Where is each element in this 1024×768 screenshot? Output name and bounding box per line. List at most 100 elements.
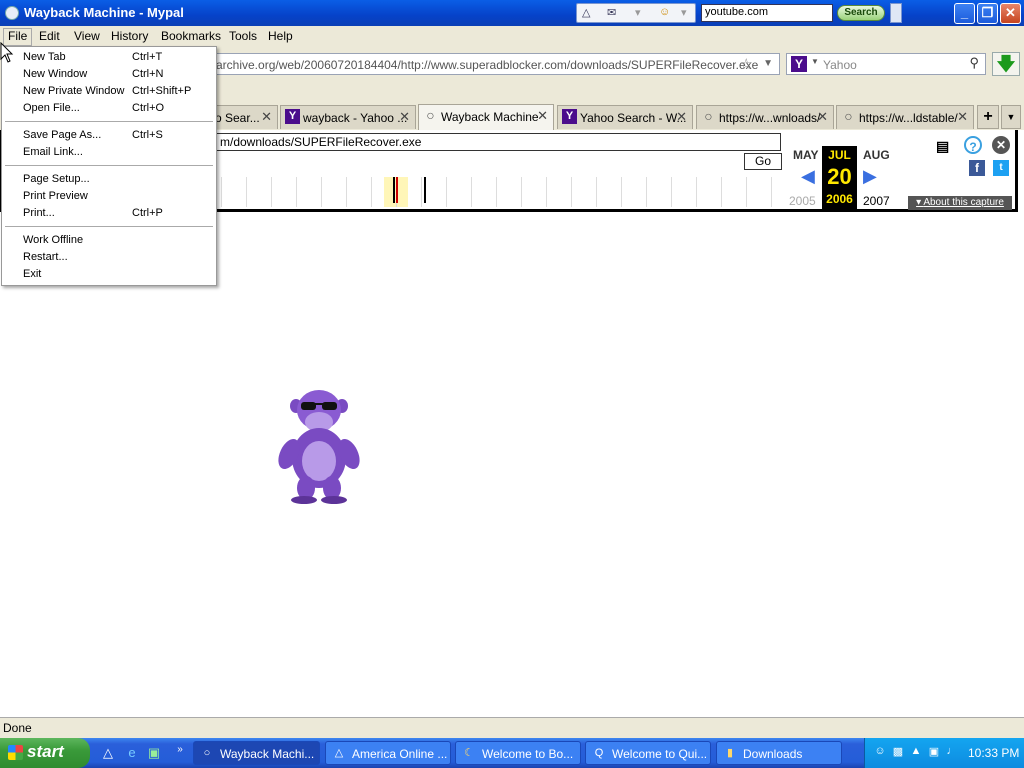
- toolbar-dropdown-icon[interactable]: ▾: [681, 6, 687, 19]
- menu-email-link[interactable]: Email Link...: [2, 144, 216, 161]
- new-tab-button[interactable]: +: [977, 105, 999, 129]
- tab-close-icon[interactable]: ✕: [399, 109, 410, 125]
- menu-page-setup[interactable]: Page Setup...: [2, 171, 216, 188]
- network-tray-icon[interactable]: ▩: [891, 745, 905, 759]
- aol-search-button[interactable]: Search: [837, 5, 885, 21]
- next-year-label[interactable]: 2007: [863, 194, 890, 208]
- task-welcome-bo[interactable]: ☾ Welcome to Bo...: [455, 741, 581, 765]
- tab-yahoo-search-w[interactable]: Y Yahoo Search - W... ✕: [557, 105, 693, 129]
- tab-wayback-machine[interactable]: ○ Wayback Machine ✕: [418, 104, 554, 130]
- tab-yahoo-search[interactable]: o Sear... ✕: [212, 105, 278, 129]
- minimize-button[interactable]: _: [954, 3, 975, 24]
- toolbar-dropdown-icon[interactable]: ▾: [635, 6, 641, 19]
- close-wayback-icon[interactable]: ✕: [992, 136, 1010, 154]
- current-month-label: JUL: [828, 148, 851, 162]
- search-icon[interactable]: ⚲: [969, 55, 979, 71]
- aol-search-input[interactable]: youtube.com: [701, 4, 833, 22]
- menu-tools[interactable]: Tools: [229, 29, 257, 43]
- prev-month-label[interactable]: MAY: [793, 148, 819, 162]
- mypal-icon: ○: [203, 747, 211, 759]
- current-year-label: 2006: [826, 192, 853, 206]
- twitter-icon[interactable]: t: [993, 160, 1009, 176]
- monitor-tray-icon[interactable]: ▣: [927, 745, 941, 759]
- menu-new-private-window[interactable]: New Private Window Ctrl+Shift+P: [2, 83, 216, 100]
- quicklaunch-more-icon[interactable]: »: [172, 742, 188, 758]
- menu-open-file[interactable]: Open File... Ctrl+O: [2, 100, 216, 117]
- menu-exit[interactable]: Exit: [2, 266, 216, 283]
- volume-tray-icon[interactable]: ♩: [945, 745, 959, 759]
- capture-marker[interactable]: [424, 177, 426, 203]
- start-button[interactable]: start: [0, 738, 90, 768]
- shield-tray-icon[interactable]: ▲: [909, 745, 923, 759]
- menu-print-preview[interactable]: Print Preview: [2, 188, 216, 205]
- menu-item-label: Exit: [23, 268, 42, 280]
- url-text: archive.org/web/20060720184404/http://ww…: [216, 58, 759, 72]
- help-icon[interactable]: ?: [964, 136, 982, 154]
- menu-work-offline[interactable]: Work Offline: [2, 232, 216, 249]
- aol-toolbar-options-button[interactable]: [890, 3, 902, 23]
- tab-label: Yahoo Search - W...: [580, 111, 687, 125]
- menu-view[interactable]: View: [74, 29, 100, 43]
- maximize-button[interactable]: ❐: [977, 3, 998, 24]
- bookmark-star-icon[interactable]: ☆: [740, 55, 753, 73]
- search-bar[interactable]: Y ▼ Yahoo ⚲: [786, 53, 986, 75]
- menu-restart[interactable]: Restart...: [2, 249, 216, 266]
- url-bar[interactable]: archive.org/web/20060720184404/http://ww…: [212, 53, 780, 75]
- wayback-go-button[interactable]: Go: [744, 153, 782, 170]
- tab-close-icon[interactable]: ✕: [261, 109, 272, 125]
- close-button[interactable]: ✕: [1000, 3, 1021, 24]
- list-all-tabs-button[interactable]: ▼: [1001, 105, 1021, 129]
- tab-wayback-yahoo[interactable]: Y wayback - Yahoo ... ✕: [280, 105, 416, 129]
- menu-bookmarks[interactable]: Bookmarks: [161, 29, 221, 43]
- downloads-arrow-button[interactable]: 🡇: [992, 52, 1020, 76]
- next-month-label[interactable]: AUG: [863, 148, 890, 162]
- capture-marker[interactable]: [393, 177, 395, 203]
- menu-new-window[interactable]: New Window Ctrl+N: [2, 66, 216, 83]
- window-icon[interactable]: ▤: [936, 138, 949, 155]
- mail-icon[interactable]: ✉: [607, 6, 616, 19]
- url-dropdown-icon[interactable]: ▼: [763, 58, 773, 69]
- tab-close-icon[interactable]: ✕: [537, 108, 548, 124]
- task-welcome-qui[interactable]: Q Welcome to Qui...: [585, 741, 711, 765]
- menu-edit[interactable]: Edit: [39, 29, 60, 43]
- tab-oldstable-url[interactable]: ○ https://w...ldstable/ ✕: [836, 105, 974, 129]
- tab-downloads-url[interactable]: ○ https://w...wnloads/ ✕: [696, 105, 834, 129]
- facebook-icon[interactable]: f: [969, 160, 985, 176]
- task-wayback-machine[interactable]: ○ Wayback Machi...: [193, 741, 320, 765]
- next-capture-arrow-icon[interactable]: ▶: [863, 166, 877, 187]
- menu-help[interactable]: Help: [268, 29, 293, 43]
- capture-sparkline[interactable]: [216, 177, 786, 207]
- aol-triangle-icon[interactable]: △: [582, 6, 590, 19]
- task-america-online[interactable]: △ America Online ...: [325, 741, 451, 765]
- ie-quicklaunch-icon[interactable]: e: [124, 745, 140, 761]
- engine-dropdown-icon[interactable]: ▼: [811, 57, 819, 66]
- prev-year-label[interactable]: 2005: [789, 194, 816, 208]
- aim-tray-icon[interactable]: ☺: [873, 745, 887, 759]
- tab-close-icon[interactable]: ✕: [817, 109, 828, 125]
- aol-icon: △: [334, 747, 344, 759]
- prev-capture-arrow-icon[interactable]: ◀: [801, 166, 815, 187]
- show-desktop-icon[interactable]: ▣: [146, 745, 162, 761]
- tab-label: https://w...ldstable/: [859, 111, 958, 125]
- start-label: start: [27, 742, 64, 761]
- windows-flag-icon: [8, 745, 23, 760]
- window-title: Wayback Machine - Mypal: [24, 5, 184, 20]
- tab-close-icon[interactable]: ✕: [676, 109, 687, 125]
- about-capture-link[interactable]: ▾ About this capture: [908, 196, 1012, 210]
- menu-new-tab[interactable]: New Tab Ctrl+T: [2, 49, 216, 66]
- menu-save-page-as[interactable]: Save Page As... Ctrl+S: [2, 127, 216, 144]
- aim-running-man-icon[interactable]: ☺: [659, 6, 670, 18]
- menu-history[interactable]: History: [111, 29, 148, 43]
- menu-print[interactable]: Print... Ctrl+P: [2, 205, 216, 222]
- yahoo-icon[interactable]: Y: [791, 56, 807, 72]
- taskbar-clock[interactable]: 10:33 PM: [968, 746, 1019, 760]
- aol-quicklaunch-icon[interactable]: △: [100, 745, 116, 761]
- capture-marker-current[interactable]: [396, 177, 398, 203]
- current-day-label: 20: [827, 164, 852, 189]
- wayback-url-input[interactable]: m/downloads/SUPERFileRecover.exe: [216, 133, 781, 151]
- bonzi-buddy-image: [278, 390, 360, 504]
- task-downloads[interactable]: ▮ Downloads: [716, 741, 842, 765]
- tab-close-icon[interactable]: ✕: [957, 109, 968, 125]
- task-label: Downloads: [743, 747, 803, 761]
- yahoo-icon: Y: [285, 109, 300, 124]
